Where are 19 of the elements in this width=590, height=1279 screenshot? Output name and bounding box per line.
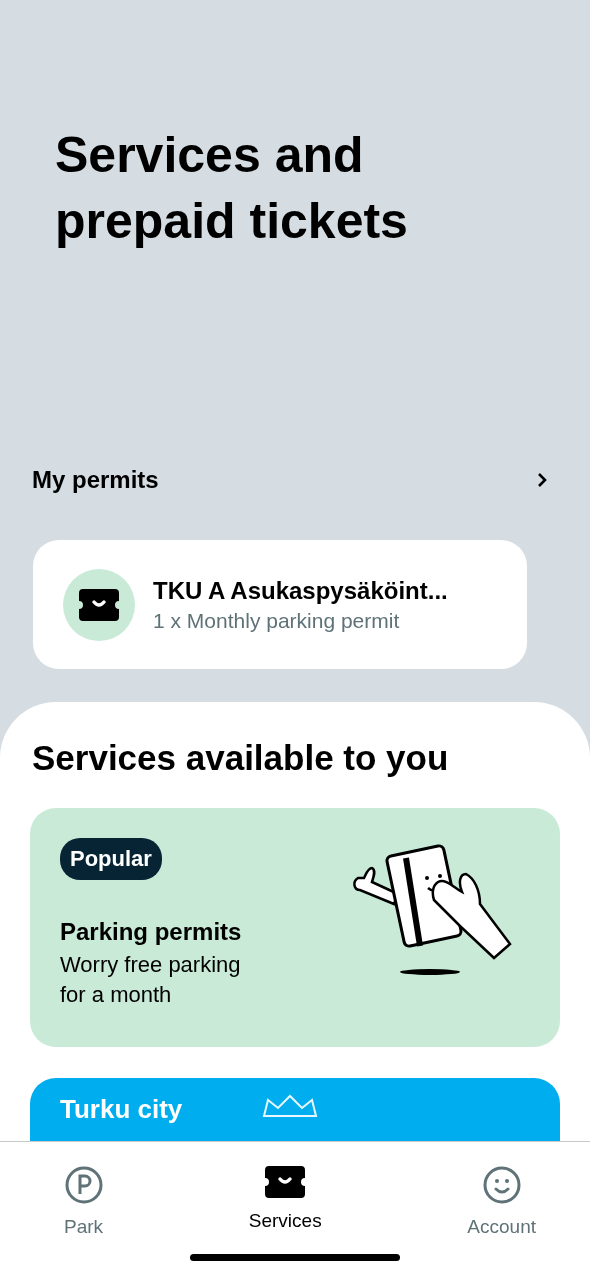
- nav-tab[interactable]: Account: [467, 1166, 536, 1238]
- ticket-icon: [79, 588, 119, 621]
- popular-badge: Popular: [60, 838, 162, 880]
- page-title: Services and prepaid tickets: [55, 126, 409, 251]
- nav-tab[interactable]: Park: [64, 1166, 104, 1238]
- ticket-icon: [265, 1166, 306, 1198]
- permit-card[interactable]: TKU A Asukaspysäköint... 1 x Monthly parking permit: [33, 540, 527, 669]
- section-title: Services available to you: [32, 738, 450, 778]
- card-text: Worry free parking for a month: [60, 951, 242, 1009]
- permit-name: TKU A Asukaspysäköint...: [153, 576, 448, 605]
- crown-drawing: [262, 1094, 319, 1118]
- permit-detail: 1 x Monthly parking permit: [153, 608, 401, 633]
- service-card[interactable]: Popular Parking permits Worry free parking for a month: [30, 808, 560, 1047]
- parking-icon: [64, 1166, 103, 1204]
- card-title: Turku city: [60, 1094, 183, 1125]
- smiley-icon: [482, 1166, 521, 1204]
- card-title: Parking permits: [60, 918, 243, 946]
- nav-tab[interactable]: Services: [248, 1166, 322, 1238]
- section-title: My permits: [32, 466, 159, 494]
